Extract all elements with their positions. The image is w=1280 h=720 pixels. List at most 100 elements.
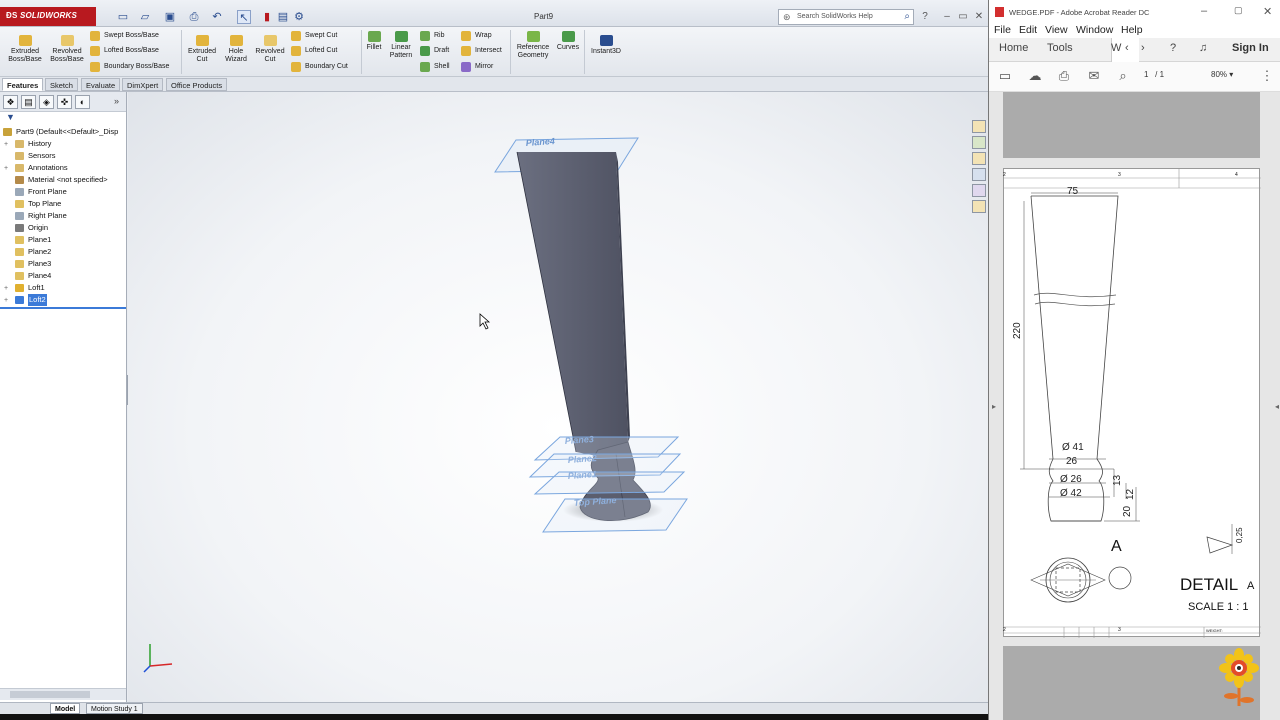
- select-icon[interactable]: ↖: [237, 10, 251, 24]
- undo-icon[interactable]: ↶: [210, 10, 224, 24]
- close-icon[interactable]: ✕: [972, 11, 986, 22]
- grid-label-top: 3: [1118, 172, 1121, 178]
- tree-horizontal-scrollbar[interactable]: [0, 688, 126, 700]
- pdf-drawing-sheet[interactable]: 2 3 4 75 220 Ø 41 26 Ø 26 Ø 42 13 12 20 …: [1003, 168, 1261, 638]
- instant3d-button[interactable]: Instant3D: [587, 35, 625, 56]
- graphics-viewport[interactable]: ⊕⊙↺▥◫◧◉◍◔▭ ▣ ▢ – ▭ ✕: [128, 92, 988, 702]
- tab-scroll-right-icon[interactable]: ›: [1141, 42, 1145, 54]
- expand-toggle-icon[interactable]: +: [4, 139, 8, 151]
- feature-tree-tab-icon[interactable]: ❖: [3, 95, 18, 109]
- tab-dimxpert[interactable]: DimXpert: [122, 78, 164, 91]
- save-icon[interactable]: ▭: [997, 68, 1013, 84]
- revolved-cut-button[interactable]: Revolved Cut: [253, 35, 287, 64]
- menu-help[interactable]: Help: [1121, 24, 1143, 36]
- new-document-icon[interactable]: ▭: [116, 10, 130, 24]
- open-document-icon[interactable]: ▱: [138, 10, 152, 24]
- tab-motion-study[interactable]: Motion Study 1: [86, 703, 143, 714]
- menu-view[interactable]: View: [1045, 24, 1068, 36]
- tree-filter[interactable]: ▼: [0, 112, 126, 123]
- right-panel-toggle-icon[interactable]: ◂: [1275, 402, 1279, 411]
- extruded-cut-label: Extruded Cut: [187, 48, 217, 63]
- boundary-cut-button[interactable]: Boundary Cut: [291, 61, 348, 73]
- help-icon[interactable]: ?: [918, 11, 932, 22]
- swept-cut-button[interactable]: Swept Cut: [291, 30, 337, 42]
- email-icon[interactable]: ✉: [1086, 68, 1102, 84]
- expand-panel-icon[interactable]: »: [114, 96, 119, 106]
- acrobat-title: WEDGE.PDF - Adobe Acrobat Reader DC: [1009, 8, 1150, 17]
- plane-icon: [15, 260, 24, 268]
- swept-boss-button[interactable]: Swept Boss/Base: [90, 30, 159, 42]
- more-tools-icon[interactable]: ⋮: [1259, 68, 1275, 84]
- tab-features[interactable]: Features: [2, 78, 44, 91]
- rebuild-icon[interactable]: ▮: [260, 10, 274, 24]
- boundary-boss-button[interactable]: Boundary Boss/Base: [90, 61, 169, 73]
- search-icon[interactable]: ⌕: [1115, 68, 1131, 84]
- menu-edit[interactable]: Edit: [1019, 24, 1037, 36]
- expand-toggle-icon[interactable]: +: [4, 295, 8, 307]
- restore-icon[interactable]: ▭: [956, 11, 970, 22]
- reference-geometry-button[interactable]: Reference Geometry: [513, 31, 553, 60]
- leg-front-face[interactable]: [517, 152, 628, 457]
- display-manager-tab-icon[interactable]: ◐: [75, 95, 90, 109]
- intersect-button[interactable]: Intersect: [461, 45, 502, 57]
- minimize-icon[interactable]: –: [940, 11, 954, 22]
- solidworks-logo[interactable]: ƉS SOLIDWORKS: [0, 7, 96, 26]
- maximize-icon[interactable]: ▢: [1234, 5, 1243, 16]
- acrobat-nav-bar: Home Tools W ‹ › ? ♫ Sign In: [989, 38, 1280, 62]
- print-icon[interactable]: ⎙: [1056, 68, 1072, 84]
- tab-scroll-left-icon[interactable]: ‹: [1125, 42, 1129, 54]
- nav-tools[interactable]: Tools: [1047, 42, 1073, 54]
- plane1-outline[interactable]: [533, 471, 686, 495]
- options-icon[interactable]: ⚙: [292, 10, 306, 24]
- magnifier-icon[interactable]: ⌕: [904, 11, 910, 22]
- menu-file[interactable]: File: [994, 24, 1011, 36]
- minimize-icon[interactable]: –: [1201, 5, 1207, 17]
- fillet-button[interactable]: Fillet: [364, 31, 384, 52]
- lofted-boss-button[interactable]: Lofted Boss/Base: [90, 45, 159, 57]
- zoom-select[interactable]: 80% ▾: [1211, 70, 1233, 79]
- sunflower-logo-icon: [1219, 648, 1259, 706]
- tree-item-label: History: [28, 139, 52, 148]
- property-manager-tab-icon[interactable]: ▤: [21, 95, 36, 109]
- expand-toggle-icon[interactable]: +: [4, 163, 8, 175]
- left-panel-toggle-icon[interactable]: ▸: [992, 402, 996, 411]
- reference-geometry-icon: [526, 31, 540, 42]
- close-icon[interactable]: ✕: [1263, 5, 1272, 18]
- expand-toggle-icon[interactable]: +: [4, 283, 8, 295]
- pdf-file-icon: [995, 7, 1004, 17]
- help-circle-icon[interactable]: ?: [1170, 42, 1176, 54]
- extruded-cut-button[interactable]: Extruded Cut: [184, 35, 220, 64]
- sign-in-link[interactable]: Sign In: [1232, 42, 1269, 54]
- notifications-bell-icon[interactable]: ♫: [1199, 42, 1207, 54]
- linear-pattern-button[interactable]: Linear Pattern: [387, 31, 415, 60]
- scrollbar-thumb[interactable]: [10, 691, 90, 698]
- rib-button[interactable]: Rib: [420, 30, 445, 42]
- command-tabs: Features Sketch Evaluate DimXpert Office…: [0, 77, 988, 92]
- lofted-cut-button[interactable]: Lofted Cut: [291, 45, 337, 57]
- tab-evaluate[interactable]: Evaluate: [81, 78, 121, 91]
- hole-wizard-button[interactable]: Hole Wizard: [220, 35, 252, 64]
- print-icon[interactable]: ⎙: [187, 10, 201, 24]
- page-indicator[interactable]: 1 / 1: [1144, 70, 1164, 79]
- revolved-boss-button[interactable]: Revolved Boss/Base: [48, 35, 86, 64]
- shell-button[interactable]: Shell: [420, 61, 450, 73]
- curves-button[interactable]: Curves: [556, 31, 580, 52]
- sweep-icon: [90, 31, 100, 41]
- extruded-boss-button[interactable]: Extruded Boss/Base: [6, 35, 44, 64]
- save-icon[interactable]: ▣: [163, 10, 177, 24]
- solidworks-window: ƉS SOLIDWORKS ▭ ▱ ▣ ⎙ ↶ ↖ ▮ ▤ ⚙ Part9 ⊛ …: [0, 0, 988, 714]
- dimxpert-tab-icon[interactable]: ✜: [57, 95, 72, 109]
- tab-sketch[interactable]: Sketch: [45, 78, 78, 91]
- tab-model[interactable]: Model: [50, 703, 81, 714]
- file-properties-icon[interactable]: ▤: [276, 10, 290, 24]
- page-number-input[interactable]: 1: [1144, 70, 1148, 79]
- search-help-input[interactable]: ⊛ Search SolidWorks Help ⌕: [778, 9, 914, 25]
- draft-button[interactable]: Draft: [420, 45, 449, 57]
- upload-cloud-icon[interactable]: ☁: [1027, 68, 1043, 84]
- configuration-tab-icon[interactable]: ◈: [39, 95, 54, 109]
- mirror-button[interactable]: Mirror: [461, 61, 493, 73]
- nav-home[interactable]: Home: [999, 42, 1028, 54]
- menu-window[interactable]: Window: [1076, 24, 1113, 36]
- tab-office-products[interactable]: Office Products: [166, 78, 228, 91]
- wrap-button[interactable]: Wrap: [461, 30, 492, 42]
